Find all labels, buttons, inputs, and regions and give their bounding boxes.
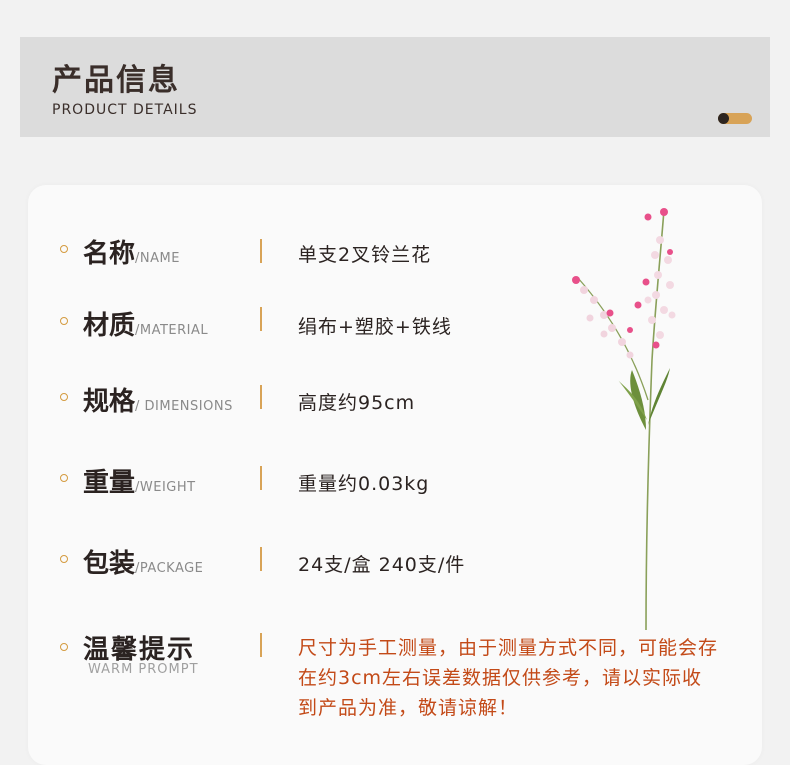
detail-value: 高度约95cm [298, 392, 416, 414]
divider [260, 239, 262, 263]
section-header: 产品信息 PRODUCT DETAILS [20, 37, 770, 137]
pill-dot-icon [718, 113, 729, 124]
divider [260, 307, 262, 331]
divider [260, 385, 262, 409]
bullet-icon [60, 317, 68, 325]
bullet-icon [60, 555, 68, 563]
detail-label: 名称/NAME [83, 239, 180, 269]
detail-value: 绢布+塑胶+铁线 [298, 316, 452, 338]
divider [260, 466, 262, 490]
prompt-text: 尺寸为手工测量，由于测量方式不同，可能会存在约3cm左右误差数据仅供参考，请以实… [298, 637, 719, 719]
divider [260, 547, 262, 571]
detail-value: 24支/盒 240支/件 [298, 554, 466, 576]
detail-label: 重量/WEIGHT [83, 468, 196, 498]
bullet-icon [60, 393, 68, 401]
detail-value: 单支2叉铃兰花 [298, 244, 432, 266]
prompt-label-en: WARM PROMPT [88, 662, 199, 677]
detail-label: 包装/PACKAGE [83, 549, 204, 579]
detail-label: 材质/MATERIAL [83, 311, 209, 341]
divider [260, 633, 262, 657]
bullet-icon [60, 245, 68, 253]
section-title: 产品信息 [52, 63, 180, 98]
bullet-icon [60, 474, 68, 482]
detail-value: 重量约0.03kg [298, 473, 430, 495]
section-subtitle: PRODUCT DETAILS [52, 102, 198, 118]
bullet-icon [60, 643, 68, 651]
detail-label: 规格/ DIMENSIONS [83, 387, 233, 417]
prompt-label: 温馨提示 [83, 635, 196, 665]
decorative-pill [718, 113, 752, 124]
lily-of-the-valley-image [572, 208, 676, 631]
